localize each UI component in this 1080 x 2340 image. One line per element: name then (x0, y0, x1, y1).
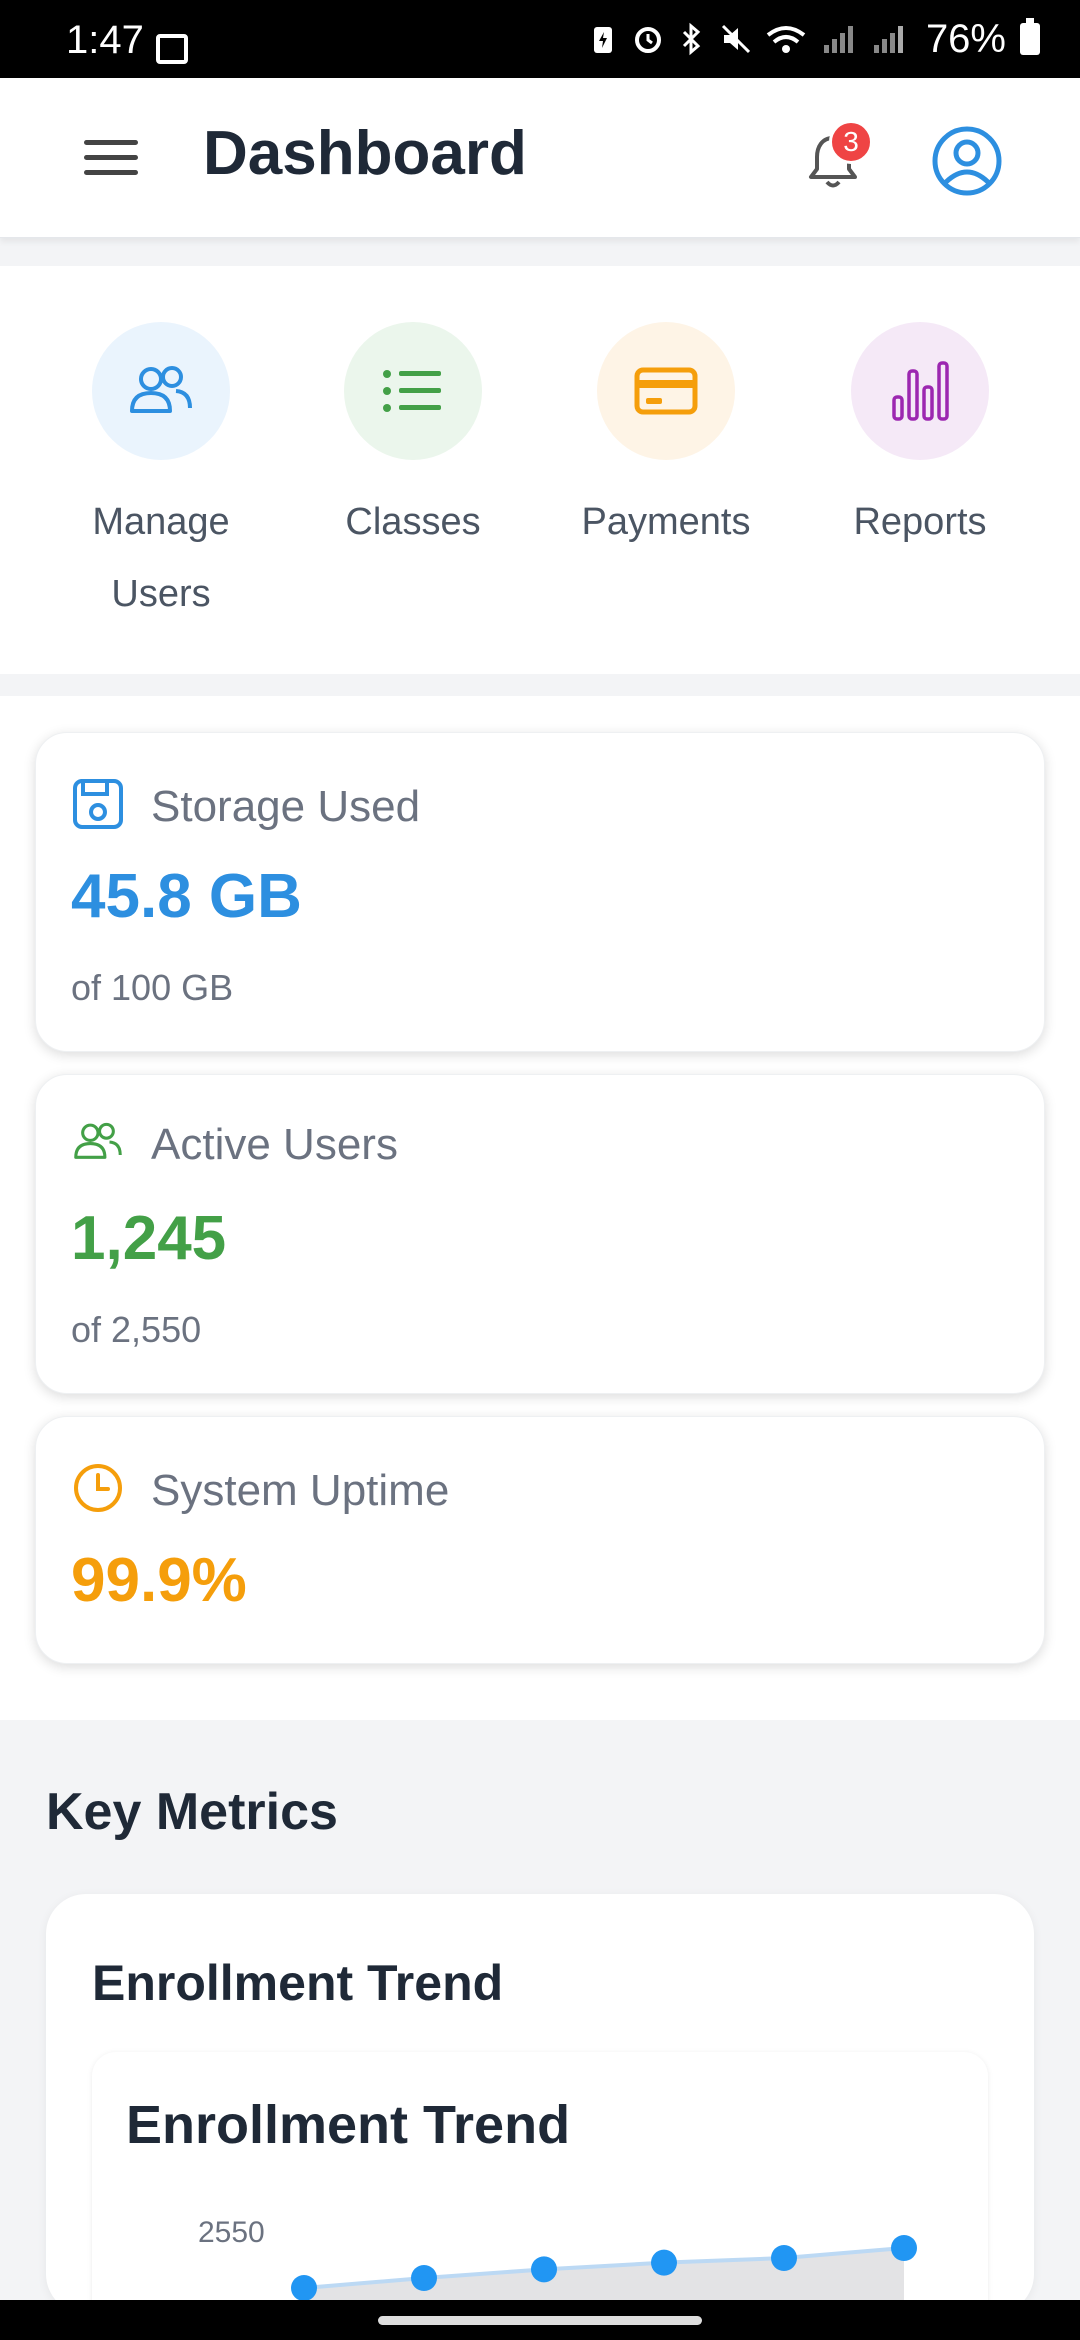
stat-subtext: of 100 GB (71, 967, 234, 1008)
enrollment-trend-card: Enrollment Trend Enrollment Trend 2550 (46, 1894, 1034, 2340)
battery-icon (1020, 18, 1040, 55)
chart-container: Enrollment Trend 2550 (92, 2052, 988, 2340)
quick-action-reports[interactable]: Reports (820, 322, 1020, 558)
stats-section: Storage Used 45.8 GB of 100 GB Active Us… (0, 696, 1080, 1720)
system-nav-bar (0, 2300, 1080, 2340)
stat-label: Active Users (151, 1119, 398, 1169)
chart-point[interactable] (411, 2265, 437, 2291)
bar-chart-icon (851, 322, 989, 460)
stat-value: 45.8 GB (71, 862, 302, 931)
page-title: Dashboard (203, 119, 527, 188)
credit-card-icon (597, 322, 735, 460)
alarm-icon (632, 23, 662, 55)
quick-action-label: Classes (345, 501, 481, 543)
quick-action-classes[interactable]: Classes (313, 322, 513, 558)
app-bar: Dashboard 3 (0, 78, 1080, 238)
quick-action-manage-users[interactable]: Manage Users (61, 322, 261, 630)
status-icons: 76% (588, 14, 1040, 64)
chart-point[interactable] (771, 2245, 797, 2271)
stat-card-active-users[interactable]: Active Users 1,245 of 2,550 (35, 1074, 1045, 1394)
list-icon (344, 322, 482, 460)
chart-point[interactable] (291, 2275, 317, 2301)
wifi-icon (764, 23, 808, 55)
home-handle[interactable] (378, 2316, 702, 2325)
stat-label: System Uptime (151, 1465, 450, 1515)
stat-value: 99.9% (71, 1546, 247, 1615)
users-icon (71, 1119, 125, 1170)
clock-icon (71, 1461, 125, 1520)
enrollment-chart: 2550 (198, 2216, 917, 2340)
stat-subtext: of 2,550 (71, 1309, 202, 1350)
section-title: Key Metrics (46, 1783, 338, 1841)
stat-card-uptime[interactable]: System Uptime 99.9% (35, 1416, 1045, 1664)
save-icon (71, 777, 125, 836)
bluetooth-icon (676, 22, 706, 56)
mute-icon (720, 23, 750, 55)
profile-avatar-icon[interactable] (930, 124, 1004, 198)
stat-value: 1,245 (71, 1204, 227, 1273)
signal-icon (822, 23, 858, 55)
quick-action-label: Manage Users (92, 501, 230, 615)
quick-action-payments[interactable]: Payments (566, 322, 766, 558)
battery-saver-icon (588, 23, 618, 55)
quick-action-label: Payments (581, 501, 751, 543)
stat-label: Storage Used (151, 781, 421, 831)
menu-icon[interactable] (84, 140, 138, 176)
key-metrics-section: Key Metrics Enrollment Trend Enrollment … (0, 1722, 1080, 2340)
card-title: Enrollment Trend (92, 1955, 504, 2011)
chart-point[interactable] (531, 2256, 557, 2283)
status-bar: 1:47 76% (0, 0, 1080, 78)
quick-action-label: Reports (853, 501, 987, 543)
chart-point[interactable] (891, 2235, 917, 2261)
image-notification-icon (156, 34, 188, 64)
battery-percent: 76% (925, 16, 1006, 61)
y-tick-label: 2550 (198, 2216, 265, 2249)
chart-point[interactable] (651, 2249, 677, 2276)
users-icon (92, 322, 230, 460)
status-time: 1:47 (66, 18, 144, 62)
signal-icon-2 (872, 23, 908, 55)
quick-actions: Manage Users Classes Payments Reports (0, 266, 1080, 674)
stat-card-storage[interactable]: Storage Used 45.8 GB of 100 GB (35, 732, 1045, 1052)
notification-badge: 3 (829, 120, 873, 164)
